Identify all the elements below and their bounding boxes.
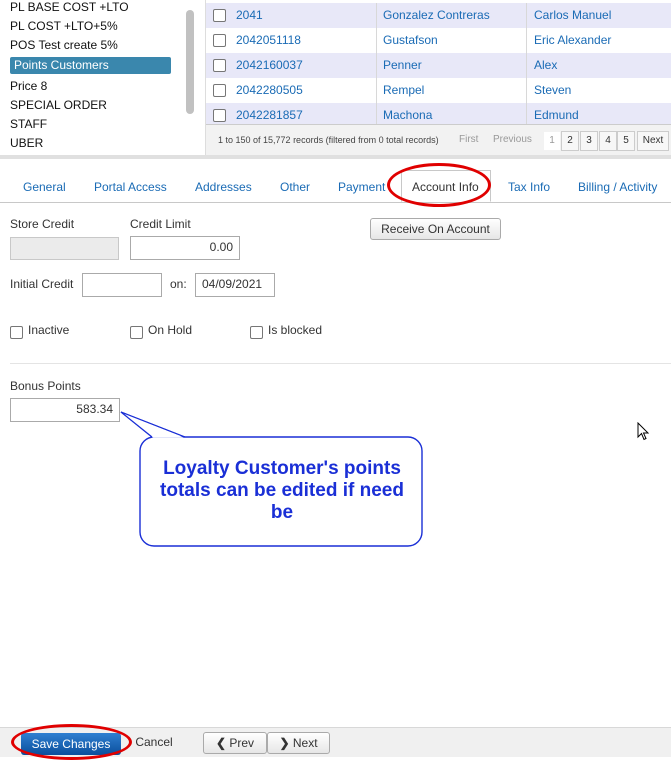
prev-button[interactable]: ❮ Prev [203,732,267,754]
callout-line: Loyalty Customer's points [163,458,401,479]
prev-label: Prev [229,736,255,750]
callout-text: Loyalty Customer's points totals can be … [145,458,419,524]
save-highlight-ring [11,724,132,760]
callout-bubble [120,411,423,547]
callout-line: totals can be edited if need [160,480,404,501]
next-label: Next [292,736,318,750]
mouse-cursor-icon [637,422,650,441]
cancel-button[interactable]: Cancel [124,732,184,754]
chevron-left-icon: ❮ [215,736,227,750]
chevron-right-icon: ❯ [279,736,290,750]
callout-line: be [270,502,294,523]
next-button[interactable]: ❯ Next [267,732,330,754]
